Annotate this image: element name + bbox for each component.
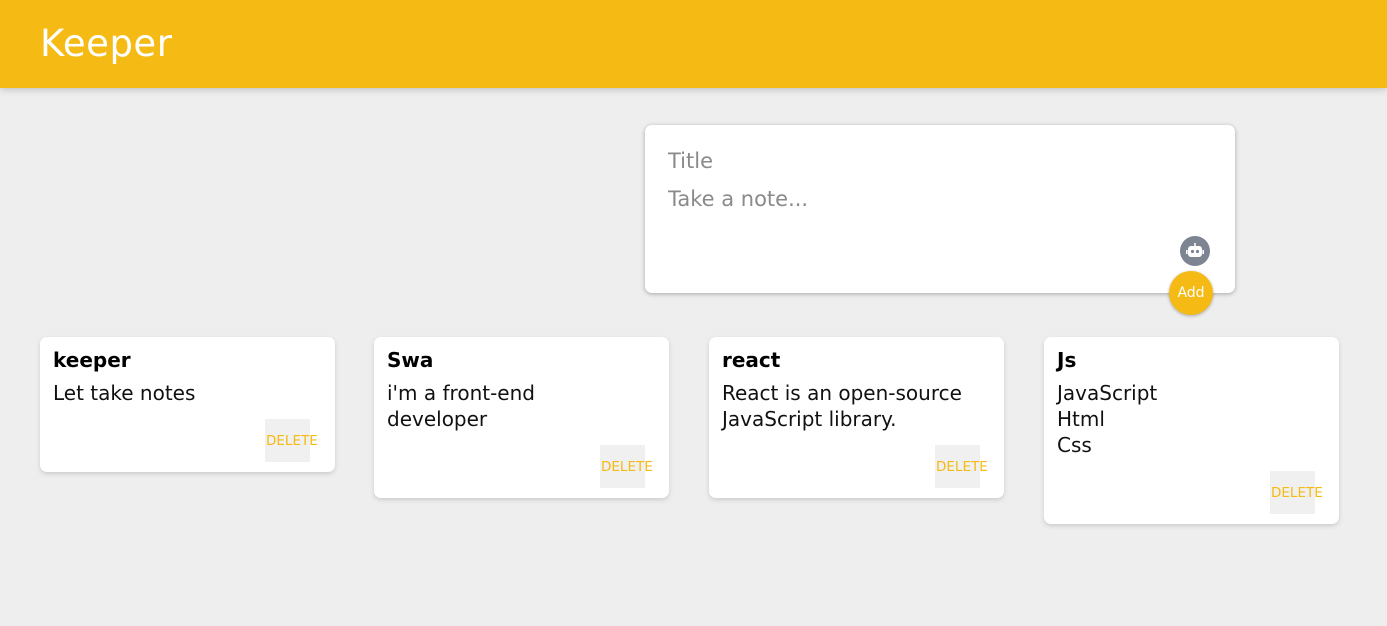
note-title: Swa xyxy=(387,348,434,372)
delete-button[interactable]: DELETE xyxy=(1270,471,1323,514)
app-title: Keeper xyxy=(40,22,173,65)
delete-label: DELETE xyxy=(601,458,653,475)
note-content: JavaScript Html Css xyxy=(1057,381,1158,457)
add-button[interactable]: Add xyxy=(1169,271,1213,315)
note-title: Js xyxy=(1057,348,1077,372)
delete-label: DELETE xyxy=(936,458,988,475)
note-content: Let take notes xyxy=(53,381,196,405)
note-card: react React is an open-source JavaScript… xyxy=(709,337,1004,498)
note-card: Swa i'm a front-end developer DELETE xyxy=(374,337,669,498)
note-content: i'm a front-end developer xyxy=(387,381,535,431)
note-title: react xyxy=(722,348,781,372)
delete-label: DELETE xyxy=(1271,484,1323,501)
note-card: keeper Let take notes DELETE xyxy=(40,337,335,472)
delete-button[interactable]: DELETE xyxy=(935,445,988,488)
robot-icon[interactable] xyxy=(1180,236,1210,266)
delete-button[interactable]: DELETE xyxy=(600,445,653,488)
note-title: keeper xyxy=(53,348,131,372)
note-title-input[interactable] xyxy=(668,147,1208,175)
note-content: React is an open-source JavaScript libra… xyxy=(722,381,962,431)
note-content-input[interactable] xyxy=(668,185,1208,245)
robot-icon-glyph xyxy=(1186,243,1204,257)
create-note-form xyxy=(645,125,1235,293)
note-card: Js JavaScript Html Css DELETE xyxy=(1044,337,1339,524)
app-header: Keeper xyxy=(0,0,1387,88)
delete-label: DELETE xyxy=(266,432,318,449)
delete-button[interactable]: DELETE xyxy=(265,419,318,462)
